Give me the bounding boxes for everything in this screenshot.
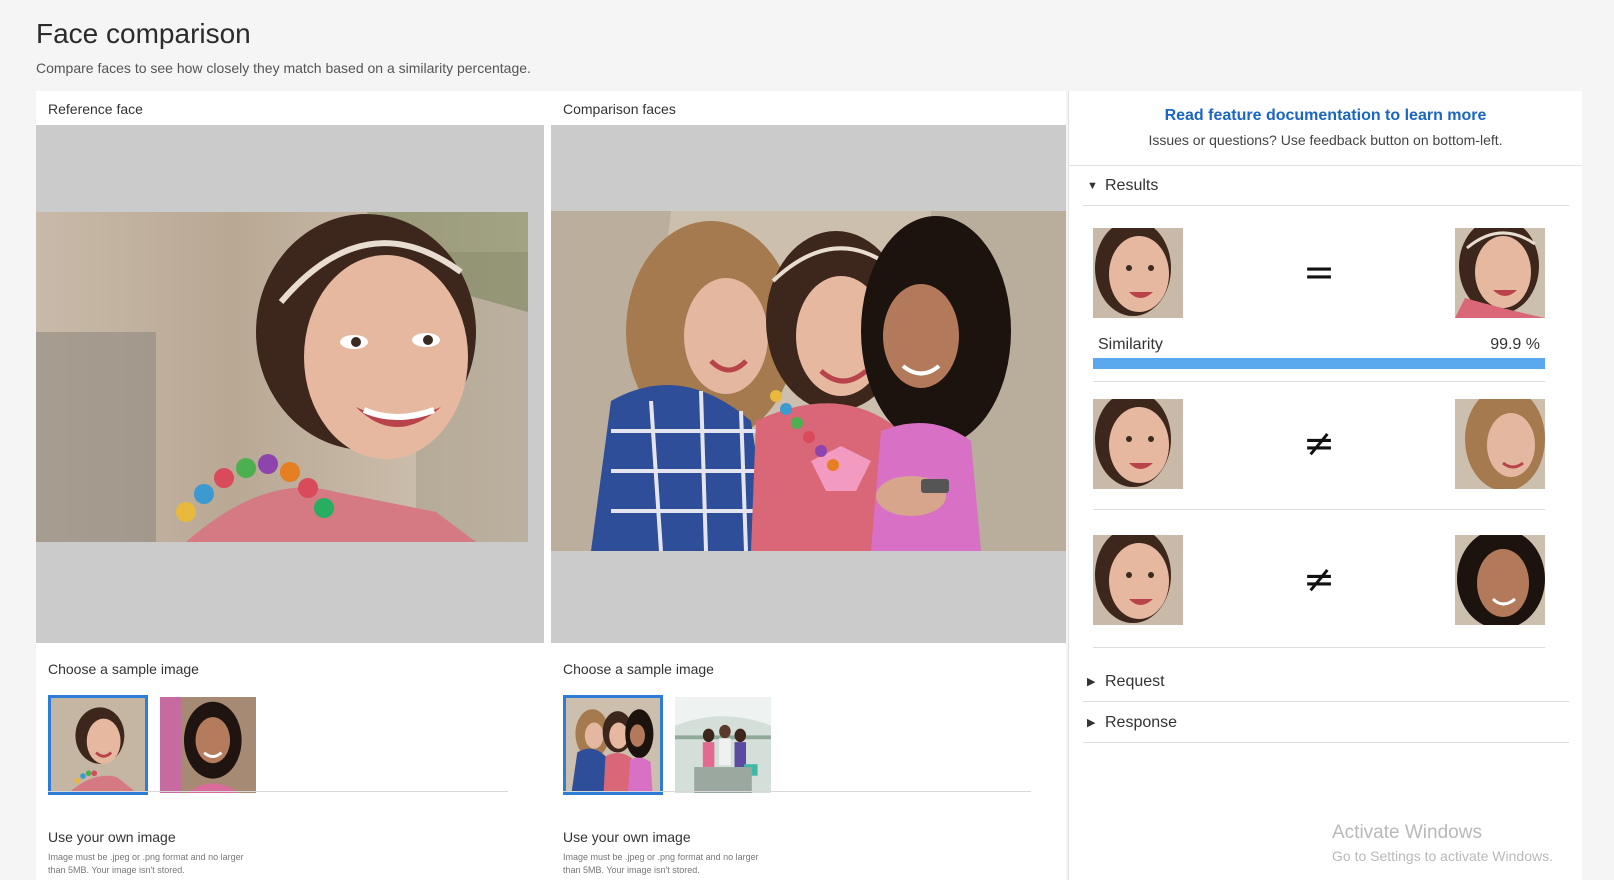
results-section-label: Results [1105, 176, 1159, 194]
result-separator [1093, 381, 1545, 382]
page-subtitle: Compare faces to see how closely they ma… [36, 60, 531, 76]
image-panel: Reference face Choose a sample image Use… [36, 91, 1066, 880]
not-equal-icon: ≠ [1303, 557, 1335, 601]
reference-sample-1[interactable] [48, 695, 148, 795]
request-section-label: Request [1105, 672, 1165, 690]
documentation-link[interactable]: Read feature documentation to learn more [1069, 107, 1582, 125]
reference-own-image-note: Image must be .jpeg or .png format and n… [48, 852, 244, 875]
response-section-header[interactable]: ▶ Response [1083, 703, 1569, 743]
page-title: Face comparison [36, 18, 251, 49]
reference-photo [36, 212, 544, 542]
reference-face-thumb [1093, 399, 1183, 489]
comparison-sample-thumbnails [563, 695, 773, 795]
comparison-own-image-note: Image must be .jpeg or .png format and n… [563, 852, 759, 875]
result-nonmatch-2: ≠ [1093, 399, 1545, 489]
comparison-face-thumb [1455, 535, 1545, 625]
reference-divider [48, 791, 508, 792]
reference-face-thumb [1093, 535, 1183, 625]
result-match-1: = Similarity 99.9 % [1093, 228, 1545, 373]
reference-own-image-label[interactable]: Use your own image [48, 829, 176, 845]
comparison-faces-label: Comparison faces [563, 101, 676, 117]
similarity-label: Similarity [1098, 336, 1163, 353]
comparison-sample-2[interactable] [673, 695, 773, 795]
matched-face-thumb [1455, 228, 1545, 318]
result-nonmatch-3: ≠ [1093, 535, 1545, 625]
reference-sample-thumbnails [48, 695, 258, 795]
results-side-panel: Read feature documentation to learn more… [1068, 91, 1582, 880]
comparison-photo [551, 211, 1066, 551]
similarity-bar-fill [1093, 358, 1545, 369]
activate-windows-title: Activate Windows [1332, 822, 1482, 843]
reference-face-label: Reference face [48, 101, 143, 117]
reference-image-area [36, 125, 544, 643]
comparison-column: Comparison faces Choose a sample image U… [551, 91, 1066, 880]
comparison-sample-label: Choose a sample image [563, 661, 714, 677]
comparison-image-area [551, 125, 1066, 643]
result-separator [1093, 647, 1545, 648]
activate-windows-subtitle: Go to Settings to activate Windows. [1332, 848, 1553, 864]
caret-down-icon: ▼ [1087, 179, 1098, 192]
results-section-header[interactable]: ▼ Results [1083, 166, 1569, 206]
similarity-bar [1093, 358, 1545, 369]
comparison-face-thumb [1455, 399, 1545, 489]
response-section-label: Response [1105, 713, 1178, 731]
feedback-hint: Issues or questions? Use feedback button… [1148, 132, 1503, 148]
comparison-divider [563, 791, 1031, 792]
similarity-value: 99.9 % [1490, 336, 1540, 353]
reference-sample-2[interactable] [158, 695, 258, 795]
not-equal-icon: ≠ [1303, 421, 1335, 465]
result-separator [1093, 509, 1545, 510]
face-comparison-page: Face comparison Compare faces to see how… [0, 0, 1614, 880]
caret-right-icon: ▶ [1087, 717, 1096, 729]
request-section-header[interactable]: ▶ Request [1083, 662, 1569, 702]
comparison-own-image-label[interactable]: Use your own image [563, 829, 691, 845]
reference-sample-label: Choose a sample image [48, 661, 199, 677]
match-equal-icon: = [1303, 250, 1335, 294]
caret-right-icon: ▶ [1087, 676, 1096, 688]
reference-face-thumb [1093, 228, 1183, 318]
comparison-sample-1[interactable] [563, 695, 663, 795]
reference-column: Reference face Choose a sample image Use… [36, 91, 544, 880]
